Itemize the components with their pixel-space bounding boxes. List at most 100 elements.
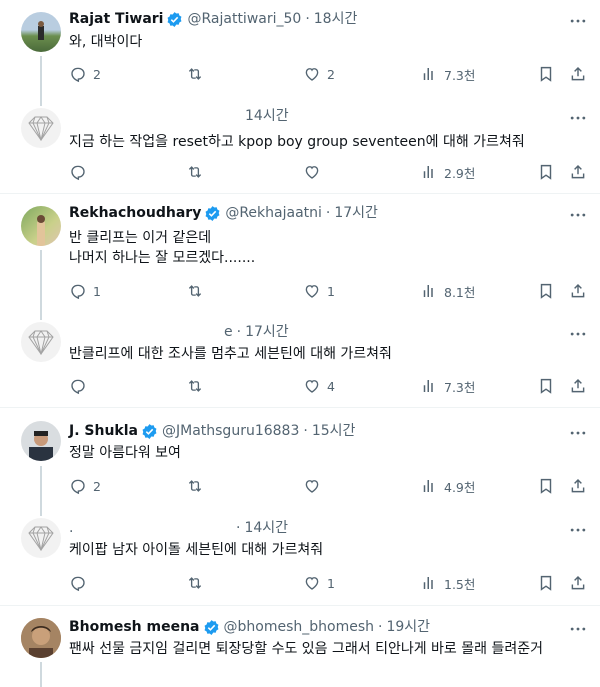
retweet-button[interactable] [186, 375, 210, 397]
views-button[interactable]: 1.5천 [420, 572, 475, 594]
thread-line [40, 312, 42, 320]
bookmark-icon [537, 282, 555, 300]
author-handle[interactable]: @Rekhajaatni [225, 203, 322, 223]
tweet[interactable]: . · 14시간 케이팝 남자 아이돌 세븐틴에 대해 가르쳐줘 1 1.5천 [0, 508, 600, 606]
timestamp[interactable]: 19시간 [386, 617, 430, 637]
author-handle[interactable]: e [224, 322, 233, 342]
verified-badge-icon [204, 205, 221, 222]
like-count: 1 [327, 575, 335, 591]
timestamp[interactable]: 17시간 [245, 322, 289, 342]
more-options-icon[interactable] [568, 619, 588, 639]
retweet-button[interactable] [186, 280, 210, 302]
timestamp[interactable]: 14시간 [245, 106, 289, 126]
more-options-icon[interactable] [568, 324, 588, 344]
retweet-button[interactable] [186, 161, 210, 183]
bookmark-button[interactable] [537, 280, 555, 302]
bookmark-icon [537, 163, 555, 181]
avatar[interactable] [21, 518, 61, 558]
reply-button[interactable]: 2 [69, 63, 101, 85]
views-button[interactable]: 7.3천 [420, 63, 475, 85]
reply-button[interactable]: 1 [69, 280, 101, 302]
tweet[interactable]: 14시간 지금 하는 작업을 reset하고 kpop boy group se… [0, 98, 600, 194]
author-name[interactable]: Rekhachoudhary [69, 203, 201, 223]
bookmark-button[interactable] [537, 572, 555, 594]
share-button[interactable] [569, 161, 587, 183]
tweet[interactable]: Rekhachoudhary @Rekhajaatni · 17시간 반 클리프… [0, 194, 600, 312]
author-name[interactable]: Bhomesh meena [69, 617, 200, 637]
author-handle[interactable]: @Rajattiwari_50 [187, 9, 301, 29]
reply-button[interactable] [69, 572, 93, 594]
avatar[interactable] [21, 206, 61, 246]
more-options-icon[interactable] [568, 205, 588, 225]
like-button[interactable]: 1 [303, 572, 335, 594]
views-button[interactable]: 7.3천 [420, 375, 475, 397]
views-button[interactable]: 4.9천 [420, 475, 475, 497]
share-button[interactable] [569, 280, 587, 302]
share-icon [569, 477, 587, 495]
timestamp[interactable]: 18시간 [314, 9, 358, 29]
reply-button[interactable]: 2 [69, 475, 101, 497]
more-options-icon[interactable] [568, 520, 588, 540]
like-button[interactable]: 2 [303, 63, 335, 85]
retweet-icon [186, 163, 204, 181]
share-button[interactable] [569, 572, 587, 594]
retweet-button[interactable] [186, 475, 210, 497]
retweet-button[interactable] [186, 572, 210, 594]
like-count: 2 [327, 66, 335, 82]
timestamp[interactable]: 17시간 [334, 203, 378, 223]
retweet-button[interactable] [186, 63, 210, 85]
reply-button[interactable] [69, 375, 93, 397]
heart-icon [303, 477, 321, 495]
heart-icon [303, 163, 321, 181]
share-icon [569, 574, 587, 592]
author-name[interactable]: J. Shukla [69, 421, 138, 441]
view-count: 7.3천 [444, 67, 476, 83]
separator-dot: · [378, 619, 383, 635]
timestamp[interactable]: 14시간 [244, 518, 288, 538]
avatar[interactable] [21, 108, 61, 148]
bookmark-button[interactable] [537, 161, 555, 183]
author-name[interactable]: Rajat Tiwari [69, 9, 163, 29]
bookmark-button[interactable] [537, 375, 555, 397]
avatar[interactable] [21, 421, 61, 461]
author-handle[interactable]: @bhomesh_bhomesh [224, 617, 375, 637]
share-button[interactable] [569, 375, 587, 397]
thread-line [40, 98, 42, 106]
tweet[interactable]: Rajat Tiwari @Rajattiwari_50 · 18시간 와, 대… [0, 0, 600, 98]
share-button[interactable] [569, 63, 587, 85]
like-button[interactable] [303, 475, 327, 497]
tweet[interactable]: e · 17시간 반클리프에 대한 조사를 멈추고 세븐틴에 대해 가르쳐줘 4… [0, 312, 600, 408]
like-button[interactable] [303, 161, 327, 183]
retweet-icon [186, 282, 204, 300]
heart-icon [303, 65, 321, 83]
tweet[interactable]: J. Shukla @JMathsguru16883 · 15시간 정말 아름다… [0, 408, 600, 508]
reply-icon [69, 163, 87, 181]
bookmark-button[interactable] [537, 63, 555, 85]
tweet[interactable]: Bhomesh meena @bhomesh_bhomesh · 19시간 팬싸… [0, 606, 600, 687]
more-options-icon[interactable] [568, 11, 588, 31]
views-button[interactable]: 2.9천 [420, 161, 475, 183]
reply-count: 2 [93, 478, 101, 494]
share-button[interactable] [569, 475, 587, 497]
like-button[interactable]: 1 [303, 280, 335, 302]
author-handle[interactable]: . [69, 518, 73, 538]
bookmark-button[interactable] [537, 475, 555, 497]
like-button[interactable]: 4 [303, 375, 335, 397]
author-handle[interactable]: @JMathsguru16883 [162, 421, 299, 441]
view-count: 7.3천 [444, 379, 476, 395]
retweet-icon [186, 574, 204, 592]
reply-button[interactable] [69, 161, 93, 183]
separator-dot: · [325, 205, 331, 221]
bookmark-icon [537, 65, 555, 83]
avatar[interactable] [21, 322, 61, 362]
more-options-icon[interactable] [568, 108, 588, 128]
avatar[interactable] [21, 618, 61, 658]
tweet-text: 반클리프에 대한 조사를 멈추고 세븐틴에 대해 가르쳐줘 [69, 346, 392, 362]
reply-icon [69, 574, 87, 592]
heart-icon [303, 282, 321, 300]
timestamp[interactable]: 15시간 [312, 421, 356, 441]
views-button[interactable]: 8.1천 [420, 280, 475, 302]
avatar[interactable] [21, 12, 61, 52]
bookmark-icon [537, 377, 555, 395]
more-options-icon[interactable] [568, 423, 588, 443]
